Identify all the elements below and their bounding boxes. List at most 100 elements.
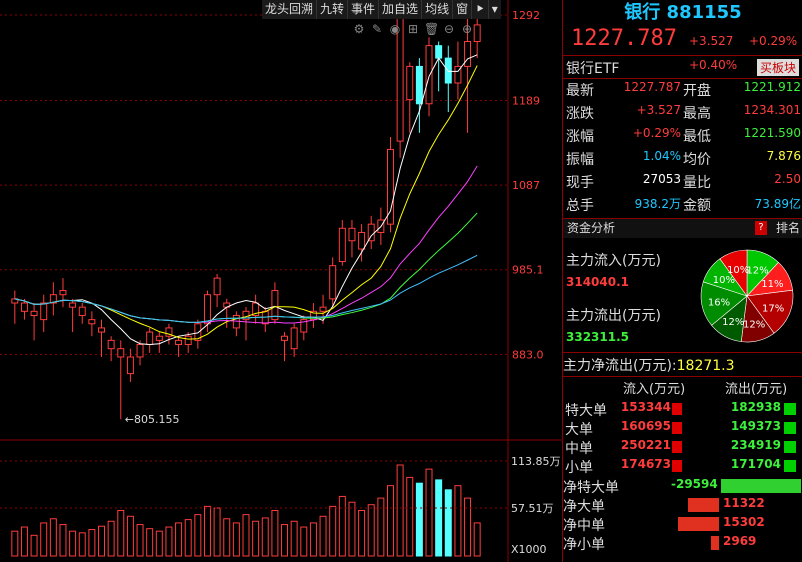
price-change-pct: +0.29%	[749, 34, 798, 48]
net-outflow-row: 主力净流出(万元):18271.3	[563, 355, 735, 375]
volume-bar	[98, 525, 105, 557]
y-tick-label: 883.0	[512, 348, 544, 361]
quote-label: 现手	[566, 175, 594, 191]
flow-in-value: 174673	[620, 457, 671, 471]
capital-pie-chart: 12%11%17%12%12%16%10%10%	[700, 249, 794, 343]
candle-body	[271, 290, 279, 321]
flow-in-value: 250221	[620, 438, 671, 452]
etf-pct: +0.40%	[689, 58, 738, 72]
grid-icon[interactable]: ⊞	[406, 22, 420, 36]
volume-bar	[59, 524, 67, 557]
y-tick-label: 985.1	[512, 264, 544, 277]
net-flow-label: 净特大单	[563, 480, 619, 496]
flow-in-value: 160695	[620, 419, 671, 433]
candle-body	[435, 45, 443, 59]
chevron-down-icon[interactable]: ▾	[487, 0, 501, 19]
toolbar-add-watch[interactable]: 加自选	[378, 0, 421, 19]
candle-body	[358, 231, 366, 250]
quote-value: 1.04%	[642, 149, 681, 163]
flow-in-value: 153344	[620, 400, 671, 414]
outflow-label: 主力流出(万元)	[566, 308, 661, 324]
toolbar-nine[interactable]: 九转	[316, 0, 347, 19]
volume-bar	[213, 507, 221, 557]
candle-body	[69, 302, 77, 308]
zoom-in-icon[interactable]: ⊕	[460, 22, 474, 36]
net-flow-label: 净小单	[563, 537, 605, 553]
candle-body	[338, 227, 346, 263]
flow-in-bar	[672, 460, 682, 472]
candle-body	[406, 65, 414, 101]
volume-bar	[165, 526, 173, 557]
volume-bar	[11, 530, 19, 557]
volume-bar	[396, 464, 404, 557]
help-icon[interactable]: ?	[755, 221, 767, 235]
volume-bar	[415, 482, 423, 557]
quote-value: 73.89亿	[754, 197, 801, 211]
candle-body	[319, 306, 327, 312]
volume-bar	[406, 476, 414, 557]
net-flow-label: 净中单	[563, 518, 605, 534]
eye-icon[interactable]: ◉	[388, 22, 402, 36]
candle-body	[117, 348, 125, 358]
etf-label[interactable]: 银行ETF	[566, 58, 619, 78]
net-flow-row: 净特大单 -29594	[563, 477, 802, 496]
volume-bar	[117, 510, 125, 557]
flow-row: 中单 250221 234919	[563, 438, 802, 457]
capital-label[interactable]: 资金分析	[567, 219, 615, 238]
flow-in-bar	[672, 422, 682, 434]
flow-label: 中单	[565, 441, 593, 457]
net-flow-value: -29594	[671, 477, 718, 491]
arrow-icon[interactable]: ⯈	[471, 0, 488, 19]
candle-body	[59, 290, 67, 296]
volume-bar	[473, 522, 481, 557]
chart-toolbar: 龙头回溯 九转 事件 加自选 均线 窗 ⯈ ▾	[262, 0, 501, 19]
pen-icon[interactable]: ✎	[370, 22, 384, 36]
rank-button[interactable]: 排名	[776, 219, 800, 238]
toolbar-event[interactable]: 事件	[347, 0, 378, 19]
flow-out-value: 149373	[730, 419, 781, 433]
volume-bar	[271, 510, 279, 557]
volume-tick-label: 113.85万	[511, 455, 561, 468]
volume-bar	[358, 510, 366, 557]
volume-bar	[444, 489, 452, 557]
quote-label: 总手	[566, 198, 594, 214]
quote-label: 涨幅	[566, 129, 594, 145]
volume-bar	[175, 522, 183, 557]
volume-bar	[290, 520, 298, 557]
net-flow-value: 11322	[723, 496, 765, 510]
y-tick-label: 1292	[512, 9, 540, 22]
volume-bar	[88, 529, 96, 557]
candle-body	[155, 335, 163, 341]
volume-tick-label: 57.51万	[511, 502, 554, 515]
volume-bar	[232, 522, 240, 557]
trash-icon[interactable]: 🗑	[424, 22, 439, 36]
volume-bar	[367, 504, 375, 557]
toolbar-ma[interactable]: 均线	[421, 0, 452, 19]
flow-in-header: 流入(万元)	[623, 382, 686, 397]
net-flow-bar	[688, 498, 719, 512]
toolbar-window[interactable]: 窗	[452, 0, 471, 19]
flow-out-bar	[784, 441, 796, 453]
volume-bar	[309, 522, 317, 557]
volume-bar	[338, 495, 346, 557]
candle-body	[464, 41, 472, 67]
quote-panel: 银行 881155 1227.787 +3.527 +0.29% 银行ETF +…	[562, 0, 802, 562]
flow-row: 特大单 153344 182938	[563, 400, 802, 419]
volume-bar	[146, 528, 154, 557]
gear-icon[interactable]: ⚙	[352, 22, 366, 36]
zoom-out-icon[interactable]: ⊖	[442, 22, 456, 36]
inflow-label: 主力流入(万元)	[566, 253, 661, 269]
quote-label: 振幅	[566, 152, 594, 168]
kline-svg[interactable]: 1292 1189 1087 985.1 883.0 ←805.155 113.85万 57.…	[0, 0, 562, 562]
kline-chart[interactable]: 1292 1189 1087 985.1 883.0 ←805.155 113.85万 57.…	[0, 0, 562, 562]
flow-out-value: 182938	[730, 400, 781, 414]
volume-bar	[194, 514, 202, 557]
candle-body	[387, 148, 394, 225]
volume-bar	[203, 505, 211, 557]
toolbar-dragon[interactable]: 龙头回溯	[262, 0, 316, 19]
quote-row: 振幅 1.04% 均价 7.876	[563, 149, 802, 171]
buy-sector-button[interactable]: 买板块	[756, 59, 799, 76]
quote-label: 均价	[683, 152, 711, 168]
candle-body	[136, 344, 144, 358]
quote-value: 1227.787	[623, 80, 681, 94]
